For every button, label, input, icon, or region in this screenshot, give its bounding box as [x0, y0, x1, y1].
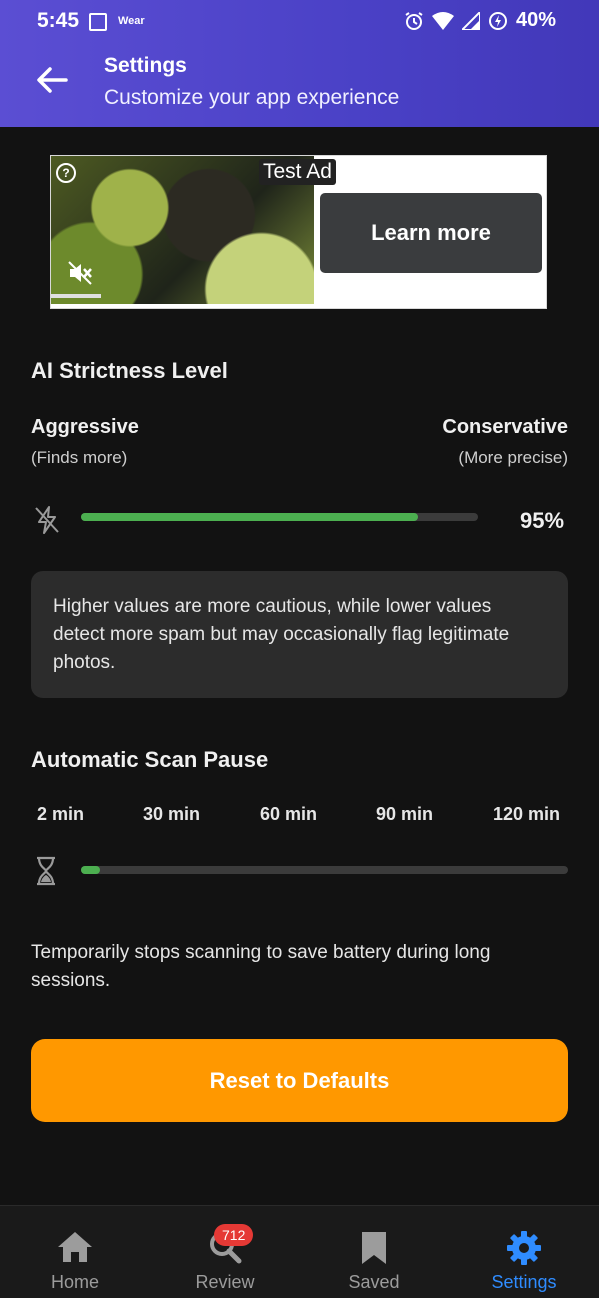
nav-review-label: Review [195, 1272, 255, 1292]
scan-pause-slider-fill [81, 866, 101, 874]
scan-tick-30: 30 min [143, 804, 201, 824]
nav-saved[interactable]: Saved [299, 1206, 449, 1298]
gear-icon [507, 1231, 541, 1265]
info-icon[interactable]: ? [56, 163, 76, 183]
conservative-label: Conservative [442, 416, 568, 438]
back-button[interactable] [30, 60, 74, 100]
strictness-info-box: Higher values are more cautious, while l… [31, 571, 568, 698]
nav-home[interactable]: Home [0, 1206, 150, 1298]
mute-icon[interactable] [67, 260, 93, 291]
signal-icon [461, 11, 480, 30]
flash-off-icon [34, 505, 60, 540]
nav-saved-label: Saved [348, 1272, 400, 1292]
strictness-slider-fill [81, 513, 419, 521]
status-time: 5:45 [37, 9, 80, 32]
strictness-slider[interactable] [81, 513, 478, 521]
scan-pause-title: Automatic Scan Pause [31, 747, 269, 772]
status-indicators: 40% [404, 9, 556, 32]
bottom-nav: Home Review 712 Saved Settings [0, 1205, 599, 1298]
screenshot-icon [89, 13, 107, 31]
battery-percent: 40% [515, 9, 556, 31]
alarm-icon [405, 11, 423, 30]
scan-tick-90: 90 min [376, 804, 434, 824]
scan-pause-note: Temporarily stops scanning to save batte… [31, 942, 491, 991]
scan-pause-slider[interactable] [81, 866, 568, 874]
scan-tick-2: 2 min [37, 804, 85, 824]
reset-defaults-button[interactable]: Reset to Defaults [31, 1039, 568, 1122]
conservative-hint: (More precise) [458, 448, 568, 467]
nav-review[interactable]: Review [150, 1206, 300, 1298]
arrow-left-icon [37, 67, 68, 93]
nav-home-label: Home [50, 1272, 99, 1292]
page-title: Settings [104, 54, 187, 77]
home-icon [58, 1232, 92, 1262]
scan-tick-120: 120 min [493, 804, 561, 824]
nav-settings-label: Settings [491, 1272, 557, 1292]
page-subtitle: Customize your app experience [104, 86, 400, 109]
battery-saver-icon [488, 11, 507, 30]
ad-learn-more-button[interactable]: Learn more [320, 193, 542, 273]
wifi-icon [431, 11, 454, 30]
hourglass-icon [35, 856, 57, 891]
app-header: 5:45 Wear 40% Settings Customize your ap… [0, 0, 599, 127]
bookmark-icon [362, 1232, 386, 1264]
ad-progress-bar [51, 294, 101, 298]
scan-tick-60: 60 min [260, 804, 318, 824]
strictness-value: 95% [520, 508, 565, 533]
ad-label: Test Ad [259, 159, 336, 185]
strictness-info-text: Higher values are more cautious, while l… [53, 596, 510, 673]
aggressive-label: Aggressive [31, 416, 139, 438]
review-count-badge: 712 [214, 1224, 254, 1246]
nav-settings[interactable]: Settings [449, 1206, 599, 1298]
strictness-title: AI Strictness Level [31, 358, 228, 383]
aggressive-hint: (Finds more) [31, 448, 128, 467]
wear-label: Wear [118, 15, 145, 27]
status-bar: 5:45 Wear 40% [0, 0, 599, 44]
ad-banner[interactable]: ? Test Ad Learn more [50, 155, 547, 309]
